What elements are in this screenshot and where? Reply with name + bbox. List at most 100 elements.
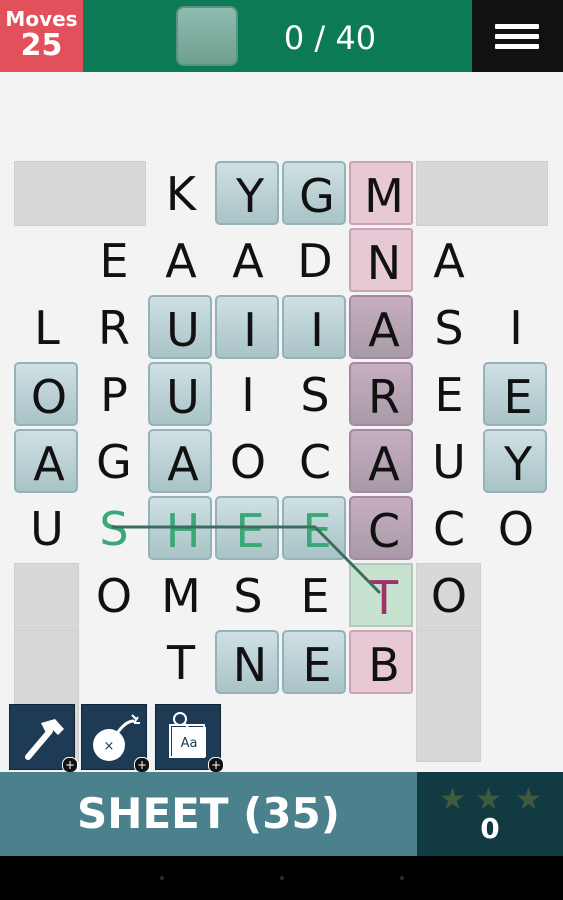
system-nav-bar [0,856,563,900]
grid-letter: A [368,437,400,491]
grid-letter: S [434,301,464,355]
grid-cell[interactable]: I [215,362,279,426]
nav-back-icon[interactable] [160,876,164,880]
grid-letter: E [235,504,265,558]
grid-cell[interactable]: B [349,630,413,694]
grid-letter: E [300,569,330,623]
grid-letter: M [364,169,404,223]
menu-icon [495,34,539,39]
add-dictionary-badge[interactable]: + [208,757,224,773]
grid-cell[interactable]: N [215,630,279,694]
grid-cell[interactable]: I [282,295,346,359]
grid-cell[interactable]: E [282,563,346,627]
bomb-button[interactable]: × + [81,704,150,773]
grid-letter: E [302,504,332,558]
grid-cell[interactable]: N [349,228,413,292]
grid-cell[interactable]: C [349,496,413,560]
grid-cell[interactable]: S [81,496,145,560]
grid-letter: C [298,435,332,489]
empty-cell [14,161,146,226]
grid-letter: S [300,368,330,422]
hint-tile-button[interactable] [176,6,238,66]
moves-label: Moves [5,7,78,31]
grid-cell[interactable]: U [148,295,212,359]
grid-cell[interactable]: U [416,429,480,493]
nav-recent-icon[interactable] [400,876,404,880]
grid-letter: A [232,234,264,288]
grid-cell[interactable]: E [215,496,279,560]
grid-cell[interactable]: M [349,161,413,225]
grid-cell[interactable]: A [349,429,413,493]
nav-home-icon[interactable] [280,876,284,880]
grid-cell[interactable]: D [282,228,346,292]
letter-grid[interactable]: KYGMEAADNALRUIIASIOPUISREEAGAOCAUYUSHEEC… [14,161,550,762]
grid-cell[interactable]: R [349,362,413,426]
add-bomb-badge[interactable]: + [134,757,150,773]
grid-letter: A [167,437,199,491]
grid-cell[interactable]: O [215,429,279,493]
grid-letter: N [366,236,402,290]
grid-cell[interactable]: P [81,362,145,426]
grid-letter: B [368,638,400,692]
hammer-button[interactable]: + [9,704,78,773]
grid-cell[interactable]: R [81,295,145,359]
grid-cell[interactable]: M [148,563,212,627]
grid-cell[interactable]: O [81,563,145,627]
grid-letter: H [165,504,201,558]
star-panel: ★ ★ ★ 0 [417,772,563,856]
grid-letter: A [165,234,197,288]
grid-letter: K [165,167,197,221]
grid-cell[interactable]: U [14,496,78,560]
grid-cell[interactable]: K [148,161,212,225]
grid-letter: G [299,169,335,223]
add-hammer-badge[interactable]: + [62,757,78,773]
grid-cell[interactable]: S [416,295,480,359]
grid-cell[interactable]: A [215,228,279,292]
grid-cell[interactable]: U [148,362,212,426]
grid-cell[interactable]: T [349,563,413,627]
grid-cell[interactable]: L [14,295,78,359]
grid-cell[interactable]: Y [215,161,279,225]
grid-cell[interactable]: A [14,429,78,493]
grid-cell[interactable]: G [81,429,145,493]
grid-letter: U [166,303,200,357]
grid-letter: O [30,370,68,424]
grid-cell[interactable]: E [81,228,145,292]
grid-letter: D [297,234,333,288]
grid-letter: C [367,504,401,558]
grid-cell[interactable]: A [349,295,413,359]
grid-cell[interactable]: C [416,496,480,560]
grid-cell[interactable]: I [215,295,279,359]
grid-letter: Y [503,437,533,491]
moves-value: 25 [20,28,63,63]
grid-letter: T [369,571,399,625]
grid-cell[interactable]: C [282,429,346,493]
grid-cell[interactable]: O [483,496,547,560]
grid-letter: E [503,370,533,424]
grid-cell[interactable]: I [483,295,547,359]
star-count: 0 [480,812,500,845]
menu-button[interactable] [472,0,563,72]
grid-cell[interactable]: E [416,362,480,426]
grid-cell[interactable]: A [148,228,212,292]
menu-icon [495,24,539,29]
moves-counter: Moves 25 [0,0,83,72]
grid-cell[interactable]: O [416,563,480,627]
dictionary-label: Aa [181,736,198,751]
dictionary-button[interactable]: Aa + [155,704,224,773]
empty-cell [416,161,548,226]
grid-cell[interactable]: S [282,362,346,426]
grid-cell[interactable]: E [483,362,547,426]
grid-cell[interactable]: A [416,228,480,292]
grid-cell[interactable]: H [148,496,212,560]
grid-cell[interactable]: E [282,496,346,560]
grid-cell[interactable]: E [282,630,346,694]
grid-letter: I [509,301,523,355]
grid-letter: N [232,638,268,692]
grid-cell[interactable]: T [148,630,212,694]
grid-cell[interactable]: G [282,161,346,225]
grid-cell[interactable]: S [215,563,279,627]
grid-cell[interactable]: A [148,429,212,493]
grid-cell[interactable]: O [14,362,78,426]
grid-cell[interactable]: Y [483,429,547,493]
